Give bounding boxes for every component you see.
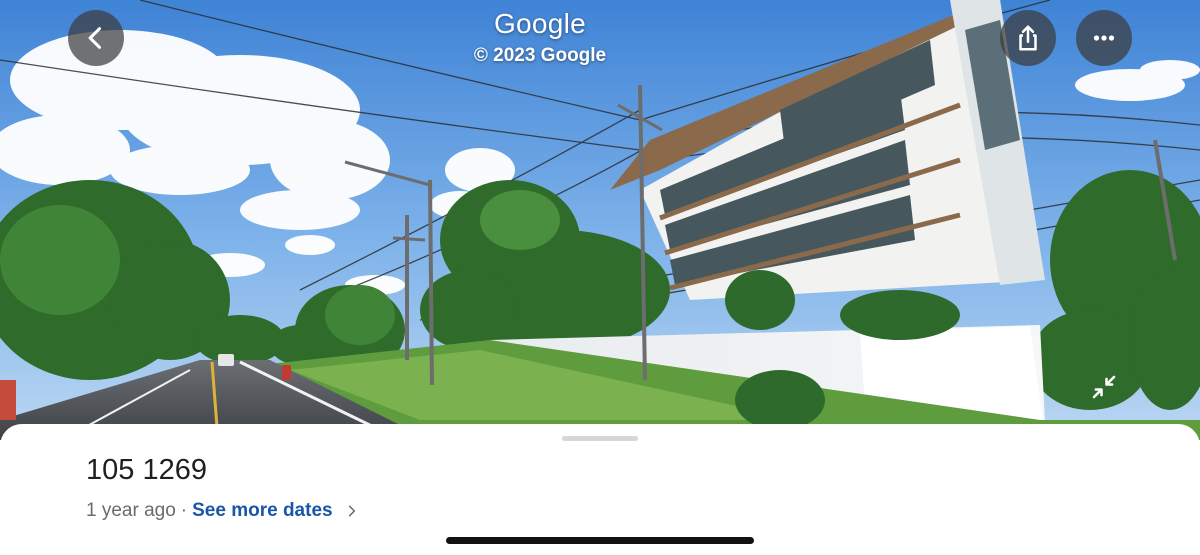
chevron-right-icon[interactable] (345, 504, 359, 518)
copyright-notice: © 2023 Google (473, 45, 607, 66)
sheet-drag-handle[interactable] (562, 436, 638, 441)
google-brand: Google (493, 8, 587, 39)
imagery-age: 1 year ago (86, 500, 176, 521)
bottom-sheet[interactable]: 105 1269 1 year ago · See more dates (0, 424, 1200, 555)
chevron-left-icon (88, 27, 102, 49)
street-view-panorama[interactable]: Google © 2023 Google (0, 0, 1200, 440)
share-icon (1019, 25, 1037, 51)
separator-dot: · (180, 500, 188, 521)
imagery-date-row: 1 year ago · See more dates (86, 500, 359, 522)
back-button[interactable] (68, 10, 124, 66)
more-options-button[interactable] (1076, 10, 1132, 66)
see-more-dates-link[interactable]: See more dates (192, 500, 332, 522)
home-indicator (446, 537, 754, 544)
more-horizontal-icon (1093, 35, 1115, 41)
share-button[interactable] (1000, 10, 1056, 66)
collapse-arrows-icon[interactable] (1086, 369, 1122, 405)
place-title: 105 1269 (86, 454, 207, 486)
